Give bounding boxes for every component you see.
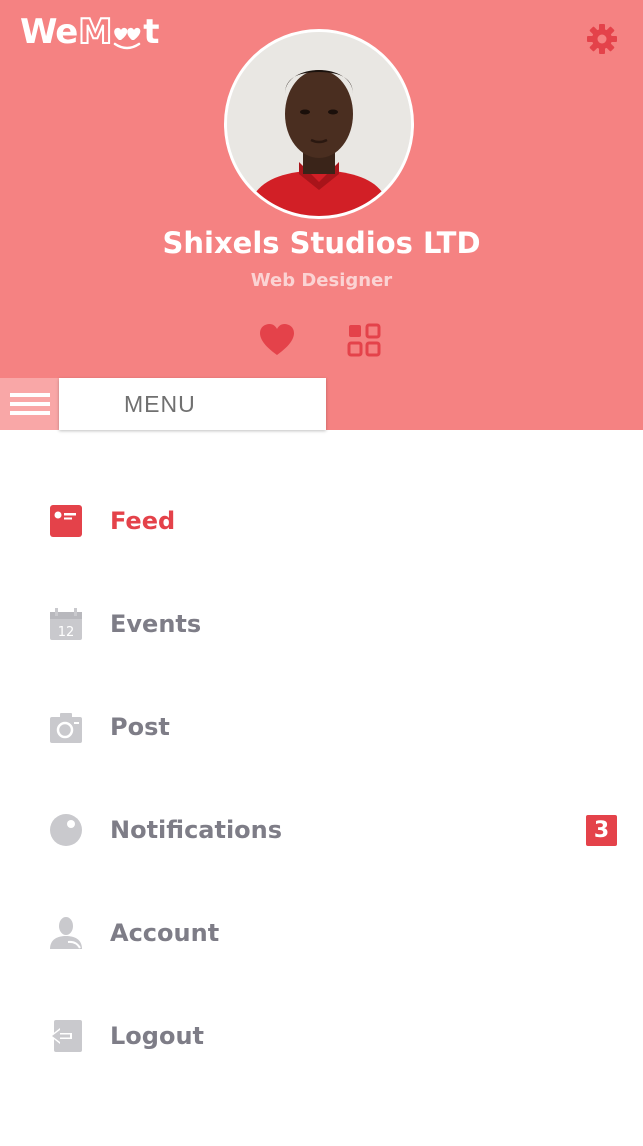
nav-item-account[interactable]: Account (0, 898, 643, 968)
logo-text-we: We (20, 12, 78, 52)
profile-avatar[interactable] (224, 29, 414, 219)
hamburger-menu-icon[interactable] (0, 378, 59, 430)
nav-label-events: Events (110, 610, 202, 638)
nav-label-notifications: Notifications (110, 816, 283, 844)
nav-label-account: Account (110, 919, 220, 947)
nav-item-feed[interactable]: Feed (0, 486, 643, 556)
nav-label-feed: Feed (110, 507, 176, 535)
notification-bubble-icon (50, 814, 82, 846)
profile-header: We M t Shixels Studios LTD Web Designer (0, 0, 643, 430)
nav-item-notifications[interactable]: Notifications 3 (0, 795, 643, 865)
menu-tab-label: MENU (124, 390, 196, 417)
camera-icon (50, 713, 82, 743)
profile-name: Shixels Studios LTD (162, 226, 481, 260)
profile-role: Web Designer (250, 270, 393, 291)
settings-gear-icon[interactable] (584, 21, 620, 57)
logo-text-t: t (143, 12, 159, 52)
logo-text-m: M (77, 11, 113, 53)
notifications-count-badge: 3 (586, 814, 617, 846)
menu-tab[interactable]: MENU (59, 378, 326, 430)
nav-item-events[interactable]: 12 Events (0, 589, 643, 659)
logo-hearts-icon (111, 12, 143, 52)
nav-label-post: Post (110, 713, 170, 741)
app-logo[interactable]: We M t (20, 11, 159, 58)
calendar-day-number: 12 (58, 625, 75, 640)
feed-card-icon (50, 505, 82, 537)
nav-item-post[interactable]: Post (0, 692, 643, 762)
logout-icon (50, 1020, 82, 1052)
grid-view-icon[interactable] (347, 323, 381, 357)
user-icon (50, 917, 82, 949)
nav-label-logout: Logout (110, 1022, 205, 1050)
calendar-icon: 12 (50, 608, 82, 640)
favorites-heart-icon[interactable] (259, 323, 295, 357)
nav-item-logout[interactable]: Logout (0, 1001, 643, 1071)
